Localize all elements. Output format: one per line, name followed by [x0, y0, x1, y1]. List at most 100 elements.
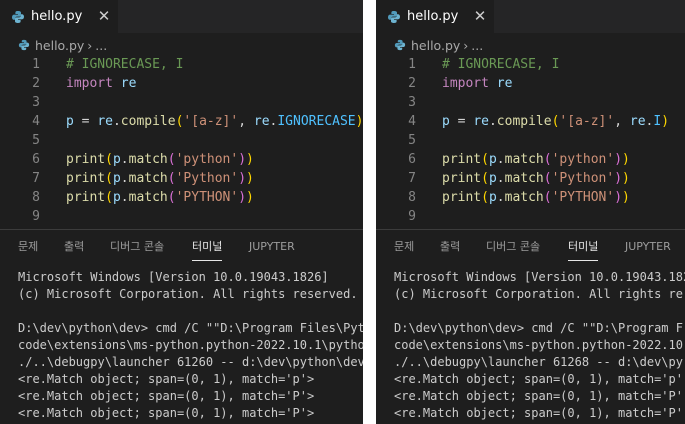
code-token: ( — [105, 190, 113, 205]
panel-tab-3[interactable]: 터미널 — [568, 239, 599, 261]
code-token: compile — [496, 114, 552, 129]
code-token: . — [112, 114, 121, 129]
line-number: 8 — [408, 190, 416, 205]
code-token: IGNORECASE — [277, 114, 356, 129]
breadcrumb-file[interactable]: hello.py — [35, 38, 84, 53]
panel-divider — [0, 229, 363, 230]
code-token: ( — [167, 171, 176, 186]
code-token: # IGNORECASE, I — [442, 57, 560, 72]
code-token: 'PYTHON' — [551, 190, 615, 205]
code-line[interactable]: 1 # IGNORECASE, I — [0, 55, 363, 74]
code-line[interactable]: 2 import re — [376, 74, 685, 93]
code-line[interactable]: 4p = re.compile('[a-z]', re.I) — [376, 112, 685, 131]
panel-tab-0[interactable]: 문제 — [18, 239, 38, 263]
code-token: . — [496, 190, 505, 205]
code-token: ) — [246, 190, 254, 205]
code-token: ) — [622, 190, 630, 205]
panel-tab-0[interactable]: 문제 — [394, 239, 414, 263]
line-number: 5 — [32, 133, 40, 148]
code-token: ) — [246, 171, 254, 186]
terminal-line: code\extensions\ms-python.python-2022.10… — [18, 338, 363, 352]
code-token: , — [614, 114, 630, 129]
code-text: import re — [66, 74, 136, 93]
code-line[interactable]: 4p = re.compile('[a-z]', re.IGNORECASE) — [0, 112, 363, 131]
panel-tab-2[interactable]: 디버그 콘솔 — [110, 239, 164, 263]
panel-tab-4[interactable]: JUPYTER — [249, 239, 295, 263]
code-line[interactable]: 3 — [376, 93, 685, 112]
code-token: . — [120, 171, 129, 186]
code-token: 'Python' — [175, 171, 239, 186]
code-token: ) — [622, 152, 630, 167]
code-text: import re — [442, 74, 512, 93]
close-icon[interactable]: ✕ — [472, 7, 488, 25]
code-line[interactable]: 5 — [376, 131, 685, 150]
code-token: 'python' — [551, 152, 615, 167]
code-token: re — [496, 76, 513, 91]
line-number: 6 — [408, 152, 416, 167]
code-token: 'PYTHON' — [175, 190, 239, 205]
code-token: . — [120, 190, 129, 205]
panel-tab-bar: 문제 출력 디버그 콘솔 터미널 JUPYTER — [376, 239, 685, 263]
code-token: print — [442, 190, 482, 205]
code-token: match — [504, 152, 544, 167]
code-token: . — [488, 114, 497, 129]
code-line[interactable]: 7 print(p.match('Python')) — [0, 169, 363, 188]
panel-tab-1[interactable]: 출력 — [64, 239, 84, 263]
tab-hello-py[interactable]: hello.py ✕ — [0, 0, 118, 33]
close-icon[interactable]: ✕ — [96, 7, 112, 25]
panel-tab-2[interactable]: 디버그 콘솔 — [486, 239, 540, 263]
code-line[interactable]: 6 print(p.match('python')) — [0, 150, 363, 169]
tab-bar: hello.py ✕ — [0, 0, 363, 33]
terminal-line: <re.Match object; span=(0, 1), match='P'… — [18, 389, 315, 403]
code-token: ( — [105, 152, 113, 167]
python-file-icon — [18, 39, 30, 51]
line-number: 7 — [408, 171, 416, 186]
code-line[interactable]: 1 # IGNORECASE, I — [376, 55, 685, 74]
breadcrumb-more[interactable]: ... — [471, 38, 483, 53]
code-token: ( — [543, 171, 552, 186]
chevron-right-icon: › — [463, 37, 469, 53]
terminal-line: ./..\debugpy\launcher 61260 -- d:\dev\py… — [18, 355, 363, 369]
code-line[interactable]: 2 import re — [0, 74, 363, 93]
code-line[interactable]: 9 — [376, 207, 685, 226]
code-line[interactable]: 9 — [0, 207, 363, 226]
code-line[interactable]: 7 print(p.match('Python')) — [376, 169, 685, 188]
code-line[interactable]: 8 print(p.match('PYTHON')) — [376, 188, 685, 207]
code-token: p — [442, 114, 450, 129]
code-token: ( — [543, 190, 552, 205]
code-token: print — [66, 190, 106, 205]
code-line[interactable]: 5 — [0, 131, 363, 150]
panel-tab-3[interactable]: 터미널 — [192, 239, 223, 261]
panel-tab-1[interactable]: 출력 — [440, 239, 460, 263]
code-token: 'Python' — [551, 171, 615, 186]
breadcrumb: hello.py › ... — [394, 37, 483, 53]
code-token: I — [653, 114, 662, 129]
terminal-line: Microsoft Windows [Version 10.0.19043.18… — [18, 270, 329, 284]
code-token: ( — [481, 152, 489, 167]
code-token: ) — [355, 114, 363, 129]
code-token: p — [112, 171, 121, 186]
code-token: p — [112, 152, 121, 167]
panel-divider — [376, 229, 685, 230]
code-text: print(p.match('python')) — [66, 150, 254, 169]
editor-pane-left: hello.py ✕ hello.py › ... 1 # IGNORECASE,… — [0, 0, 363, 424]
code-token: match — [504, 190, 544, 205]
code-token: print — [442, 152, 482, 167]
line-number: 8 — [32, 190, 40, 205]
code-token: ) — [614, 171, 623, 186]
code-token: = — [73, 114, 98, 129]
code-line[interactable]: 3 — [0, 93, 363, 112]
line-number: 3 — [32, 95, 40, 110]
code-line[interactable]: 8 print(p.match('PYTHON')) — [0, 188, 363, 207]
line-number: 4 — [408, 114, 416, 129]
breadcrumb-file[interactable]: hello.py — [411, 38, 460, 53]
breadcrumb-more[interactable]: ... — [95, 38, 107, 53]
code-token: re — [473, 114, 489, 129]
code-token: p — [66, 114, 74, 129]
terminal-line: <re.Match object; span=(0, 1), match='P'… — [18, 406, 315, 420]
tab-hello-py[interactable]: hello.py ✕ — [376, 0, 494, 33]
code-line[interactable]: 6 print(p.match('python')) — [376, 150, 685, 169]
panel-tab-4[interactable]: JUPYTER — [625, 239, 671, 263]
terminal-line: Microsoft Windows [Version 10.0.19043.18… — [394, 270, 685, 284]
